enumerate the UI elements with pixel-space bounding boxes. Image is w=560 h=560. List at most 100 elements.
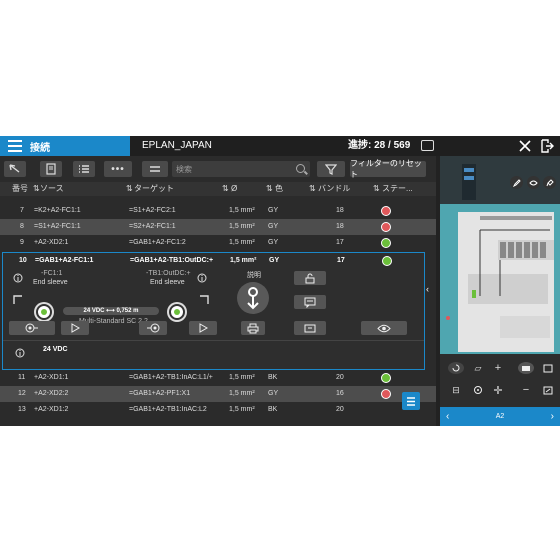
col-status-sort-icon[interactable]: ⇅ (373, 182, 380, 196)
col-target[interactable]: ターゲット (134, 182, 174, 196)
cell-target: =GAB1+A2-TB1:OutDC:+ (130, 257, 214, 264)
pin-icon (546, 178, 554, 186)
next-page-icon[interactable]: › (551, 407, 554, 426)
progress-counter: 進捗: 28 / 569 (348, 140, 411, 151)
table-row[interactable]: 11 +A2-XD1:1 =GAB1+A2-TB1:InAC:L1/+ 1,5 … (0, 370, 436, 386)
collapse-panel-icon[interactable]: ‹ (426, 284, 436, 294)
cell-source: +A2-XD1:2 (34, 406, 69, 413)
cell-target: =GAB1+A2-PF1:X1 (129, 390, 191, 397)
list-button[interactable] (73, 161, 95, 177)
col-bundle-sort-icon[interactable]: ⇅ (309, 182, 316, 196)
col-color[interactable]: 色 (275, 182, 283, 196)
zoom-in-tool[interactable]: + (490, 362, 506, 374)
sort-button[interactable] (142, 161, 168, 177)
chat-icon[interactable] (421, 140, 434, 151)
label-button[interactable] (294, 321, 326, 335)
target-tool[interactable] (470, 384, 486, 396)
cell-size: 1,5 mm² (229, 239, 255, 246)
target-locate-button[interactable] (139, 321, 167, 335)
cell-bundle: 18 (336, 207, 344, 214)
status-indicator-green (381, 238, 391, 248)
info-icon[interactable] (15, 348, 25, 358)
search-input[interactable] (176, 162, 286, 176)
source-play-button[interactable] (61, 321, 89, 335)
col-source[interactable]: ソース (40, 182, 64, 196)
table-row[interactable]: 13 +A2-XD1:2 =GAB1+A2-TB1:InAC:L2 1,5 mm… (0, 402, 436, 418)
select-tool-button[interactable] (4, 161, 26, 177)
connection-detail-panel: 10 =GAB1+A2-FC1:1 =GAB1+A2-TB1:OutDC:+ 1… (2, 252, 425, 370)
fit-tool[interactable] (540, 384, 556, 396)
close-icon[interactable] (518, 139, 532, 153)
reset-filter-button[interactable]: フィルターのリセット (350, 159, 426, 179)
previous-page-icon[interactable]: ‹ (446, 407, 449, 426)
exit-icon[interactable] (540, 139, 554, 153)
hamburger-menu-icon[interactable] (8, 140, 22, 152)
measure-tool[interactable]: ⊟ (448, 384, 464, 396)
ruler-icon: ⊟ (452, 384, 460, 395)
cell-size: 1,5 mm² (229, 390, 255, 397)
eye-icon (528, 180, 538, 185)
col-color-sort-icon[interactable]: ⇅ (266, 182, 273, 196)
cell-source: =GAB1+A2-FC1:1 (35, 257, 94, 264)
info-icon[interactable] (13, 273, 23, 283)
pin-tool-button[interactable] (543, 176, 556, 189)
camera-tool[interactable] (518, 362, 534, 374)
table-row[interactable]: 8 =S1+A2-FC1:1 =S2+A2-FC1:1 1,5 mm² GY 1… (0, 219, 436, 235)
cursor-icon (9, 164, 20, 173)
selected-row[interactable]: 10 =GAB1+A2-FC1:1 =GAB1+A2-TB1:OutDC:+ 1… (3, 253, 424, 269)
col-number[interactable]: 番号 (12, 182, 28, 196)
cell-source: +A2-XD2:2 (34, 390, 69, 397)
col-target-sort-icon[interactable]: ⇅ (126, 182, 133, 196)
table-row[interactable]: 12 +A2-XD2:2 =GAB1+A2-PF1:X1 1,5 mm² GY … (0, 386, 436, 402)
rotate-icon (452, 364, 460, 372)
status-indicator-red (381, 389, 391, 399)
cell-target: =S1+A2-FC2:1 (129, 207, 176, 214)
print-button[interactable] (241, 321, 265, 335)
wire-bar: 24 VDC ⟷ 0,752 m (63, 307, 159, 315)
search-icon[interactable] (296, 164, 305, 173)
viewer-tab-label[interactable]: A2 (490, 407, 510, 426)
info-icon[interactable] (197, 273, 207, 283)
camera-icon (522, 366, 530, 371)
unlock-button[interactable] (294, 271, 326, 285)
zoom-out-tool[interactable]: − (518, 384, 534, 396)
printer-icon (247, 323, 259, 333)
cell-number: 13 (18, 406, 26, 413)
status-indicator-green (382, 256, 392, 266)
top-bar: 接続 EPLAN_JAPAN 進捗: 28 / 569 (0, 136, 560, 156)
rotate-tool[interactable] (448, 362, 464, 374)
cell-color: BK (268, 374, 278, 381)
comment-button[interactable] (294, 295, 326, 309)
scroll-list-button[interactable] (402, 392, 420, 410)
target-sleeve-type: End sleeve (150, 279, 185, 286)
source-locate-button[interactable] (9, 321, 55, 335)
col-size-sort-icon[interactable]: ⇅ (222, 182, 229, 196)
col-status[interactable]: ステー... (382, 182, 413, 196)
pen-tool-button[interactable] (510, 176, 523, 189)
table-row[interactable]: 7 =K2+A2-FC1:1 =S1+A2-FC2:1 1,5 mm² GY 1… (0, 203, 436, 219)
eye-tool-button[interactable] (526, 176, 540, 189)
fit-icon (543, 386, 553, 394)
table-header: 番号 ⇅ ソース ⇅ ターゲット ⇅ Ø ⇅ 色 ⇅ バンドル ⇅ ステー... (0, 182, 436, 196)
play-icon (71, 323, 80, 333)
more-button[interactable]: ••• (104, 161, 132, 177)
cable-type: Multi-Standard SC 2.2 (79, 318, 148, 325)
source-device: -FC1:1 (41, 270, 63, 277)
connection-marker-icon[interactable] (236, 281, 270, 315)
more-icon: ••• (111, 163, 125, 175)
project-name: EPLAN_JAPAN (142, 140, 212, 151)
move-tool[interactable]: ✛ (490, 384, 506, 397)
filter-icon (325, 163, 337, 175)
target-play-button[interactable] (189, 321, 217, 335)
cell-target: =GAB1+A2-TB1:InAC:L1/+ (129, 374, 213, 381)
col-size[interactable]: Ø (231, 182, 237, 196)
col-source-sort-icon[interactable]: ⇅ (33, 182, 40, 196)
layers-tool[interactable]: ▱ (470, 362, 486, 374)
grid-tool[interactable] (540, 362, 556, 374)
view-button[interactable] (361, 321, 407, 335)
document-button[interactable] (40, 161, 62, 177)
table-row[interactable]: 9 +A2-XD2:1 =GAB1+A2-FC1:2 1,5 mm² GY 17 (0, 235, 436, 251)
filter-button[interactable] (317, 161, 345, 177)
cell-number: 12 (18, 390, 26, 397)
col-bundle[interactable]: バンドル (318, 182, 350, 196)
